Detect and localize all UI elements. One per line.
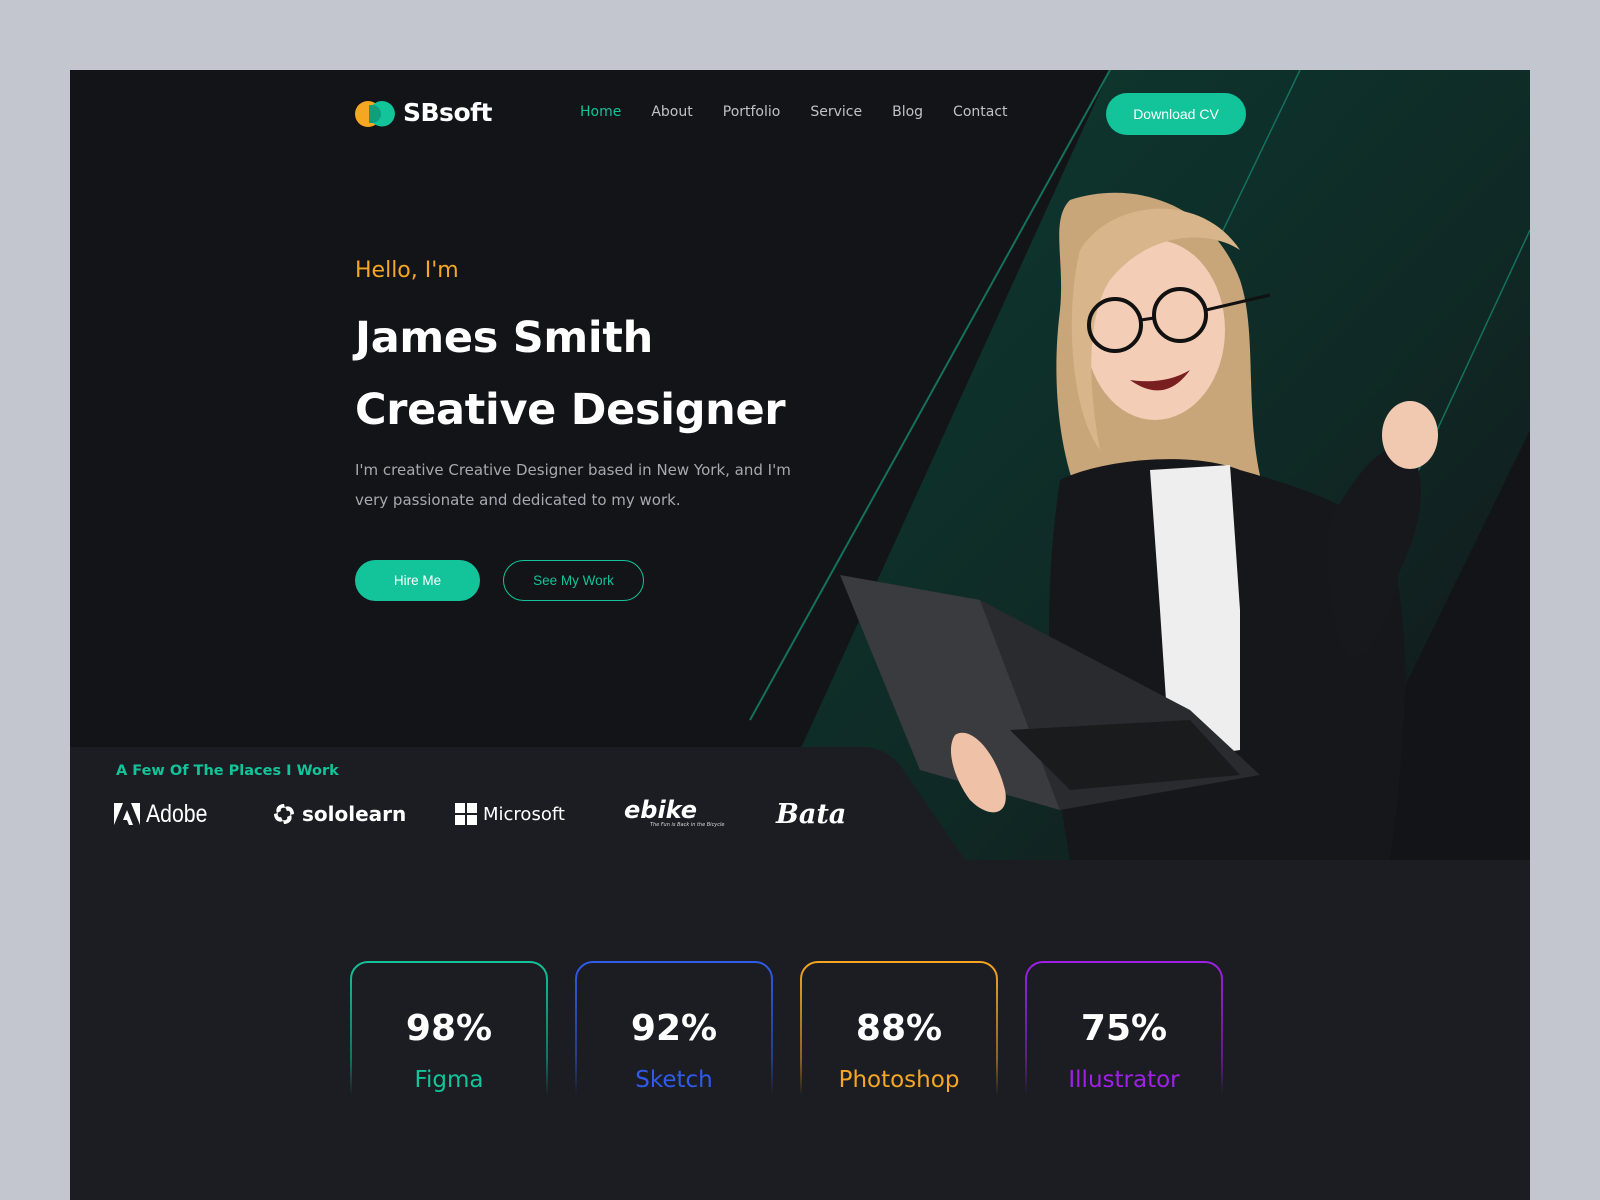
- places-heading: A Few Of The Places I Work: [116, 763, 339, 779]
- nav-item-home[interactable]: Home: [580, 104, 621, 120]
- brand-microsoft: Microsoft: [455, 798, 565, 830]
- sololearn-icon: [274, 804, 294, 824]
- skill-card-border: [575, 961, 773, 1141]
- bata-logo-icon: Bata: [776, 798, 847, 830]
- nav-item-about[interactable]: About: [651, 104, 692, 120]
- microsoft-icon: [455, 803, 477, 825]
- skill-percent: 98%: [405, 1008, 493, 1049]
- adobe-icon: [114, 803, 140, 825]
- overlapping-circles-logo-icon: [355, 99, 395, 127]
- hero-role: Creative Designer: [355, 385, 786, 435]
- brand-adobe: Adobe: [114, 798, 218, 830]
- hero-greeting: Hello, I'm: [355, 258, 459, 283]
- page-frame: SBsoft Home About Portfolio Service Blog…: [70, 70, 1530, 1200]
- see-my-work-button[interactable]: See My Work: [503, 560, 644, 601]
- skill-card-sketch: 92% Sketch: [575, 961, 773, 1141]
- skill-percent: 75%: [1080, 1008, 1168, 1049]
- skill-card-figma: 98% Figma: [350, 961, 548, 1141]
- hero-title: James Smith Creative Designer: [355, 302, 786, 446]
- skill-name: Sketch: [635, 1067, 713, 1093]
- nav-item-service[interactable]: Service: [810, 104, 862, 120]
- ebike-logo-icon: ebike The Fun is Back in the Bicycle: [624, 796, 725, 828]
- skill-percent: 88%: [855, 1008, 943, 1049]
- brand-name: SBsoft: [403, 98, 492, 127]
- skill-card-photoshop: 88% Photoshop: [800, 961, 998, 1141]
- hire-me-button[interactable]: Hire Me: [355, 560, 480, 601]
- brand-logo[interactable]: SBsoft: [355, 98, 492, 127]
- main-nav: Home About Portfolio Service Blog Contac…: [580, 104, 1008, 120]
- skill-card-border: [800, 961, 998, 1141]
- skill-card-border: [350, 961, 548, 1141]
- skill-name: Figma: [414, 1067, 484, 1093]
- nav-item-portfolio[interactable]: Portfolio: [723, 104, 781, 120]
- skill-percent: 92%: [630, 1008, 718, 1049]
- download-cv-button[interactable]: Download CV: [1106, 93, 1246, 135]
- nav-item-blog[interactable]: Blog: [892, 104, 923, 120]
- hero-section: SBsoft Home About Portfolio Service Blog…: [70, 70, 1530, 860]
- hero-description: I'm creative Creative Designer based in …: [355, 461, 791, 509]
- nav-item-contact[interactable]: Contact: [953, 104, 1007, 120]
- skill-card-illustrator: 75% Illustrator: [1025, 961, 1223, 1141]
- skill-card-border: [1025, 961, 1223, 1141]
- skill-name: Illustrator: [1068, 1067, 1180, 1093]
- hero-name: James Smith: [355, 313, 653, 363]
- skill-name: Photoshop: [838, 1067, 960, 1093]
- brand-sololearn: sololearn: [272, 798, 406, 830]
